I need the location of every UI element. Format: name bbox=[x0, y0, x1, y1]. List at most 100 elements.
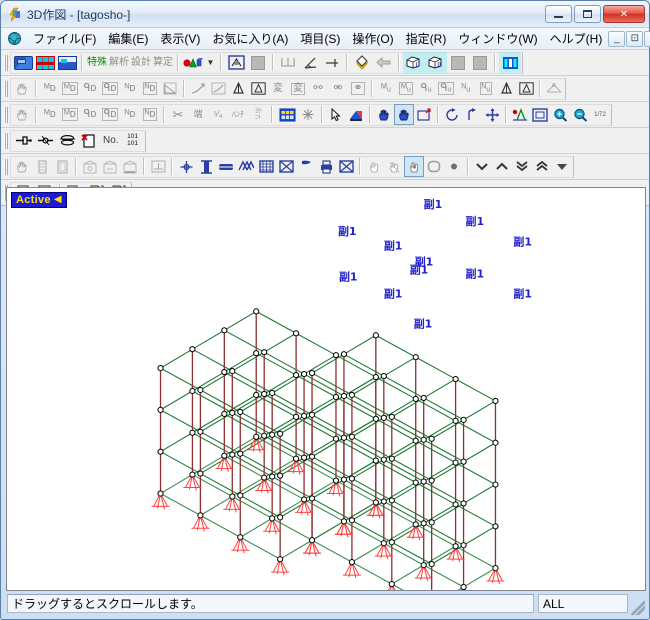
nd-button[interactable]: ᴺᴅ bbox=[120, 104, 140, 125]
menu-item-window[interactable]: ウィンドウ(W) bbox=[452, 28, 543, 49]
pick-c-button[interactable] bbox=[404, 156, 424, 177]
grid-plan-button[interactable] bbox=[34, 52, 56, 73]
arrow-select-button[interactable] bbox=[326, 104, 346, 125]
floor-up-button[interactable] bbox=[492, 156, 512, 177]
mu-boxed-button[interactable]: ᴹᵤ bbox=[396, 78, 416, 99]
cross-box-button[interactable] bbox=[336, 156, 356, 177]
close-button[interactable]: ✕ bbox=[603, 5, 645, 23]
shape-rect-button[interactable] bbox=[424, 156, 444, 177]
moment-m-button[interactable]: ᴹᴅ bbox=[40, 78, 60, 99]
pan-hand-active-button[interactable] bbox=[394, 104, 414, 125]
diagram-button[interactable] bbox=[160, 78, 180, 99]
toolbar-grip[interactable] bbox=[4, 132, 8, 149]
building-elevation-button[interactable] bbox=[56, 52, 78, 73]
undo-shape-button[interactable] bbox=[373, 52, 395, 73]
beam-marker-button[interactable] bbox=[216, 156, 236, 177]
settings-button[interactable]: 算定 bbox=[152, 52, 174, 73]
status-mode-field[interactable]: ALL bbox=[538, 594, 628, 613]
offset-button[interactable] bbox=[321, 52, 343, 73]
menu-item-favorites[interactable]: お気に入り(A) bbox=[206, 28, 294, 49]
rotate-button[interactable] bbox=[442, 104, 462, 125]
angle-measure-button[interactable] bbox=[299, 52, 321, 73]
menu-item-items[interactable]: 項目(S) bbox=[294, 28, 346, 49]
deform-button[interactable]: 変 bbox=[268, 78, 288, 99]
axial-n-button[interactable]: ᴺᴅ bbox=[120, 78, 140, 99]
load-case-a-button[interactable] bbox=[80, 156, 100, 177]
column-marker-button[interactable] bbox=[196, 156, 216, 177]
maximize-button[interactable] bbox=[574, 5, 601, 23]
support-up-button[interactable] bbox=[228, 78, 248, 99]
deflection-2-button[interactable] bbox=[208, 78, 228, 99]
qu-boxed-button[interactable]: ᑫᵤ bbox=[436, 78, 456, 99]
floor-top-button[interactable] bbox=[532, 156, 552, 177]
load-case-c-button[interactable] bbox=[120, 156, 140, 177]
shear-q-boxed-button[interactable]: ᑫᴅ bbox=[100, 78, 120, 99]
burst-button[interactable] bbox=[298, 104, 318, 125]
column-list-button[interactable] bbox=[32, 156, 52, 177]
resize-grip[interactable] bbox=[631, 601, 645, 615]
mu-button[interactable]: ᴹᵤ bbox=[376, 78, 396, 99]
node-marker-button[interactable] bbox=[176, 156, 196, 177]
table-view-button[interactable] bbox=[276, 104, 298, 125]
md-button[interactable]: ᴹᴅ bbox=[40, 104, 60, 125]
layer-button[interactable] bbox=[56, 130, 78, 151]
support-boxed-button[interactable] bbox=[248, 78, 268, 99]
toolbar-grip[interactable] bbox=[4, 80, 8, 97]
print-layout-button[interactable] bbox=[316, 156, 336, 177]
shear-q-button[interactable]: ᑫᴅ bbox=[80, 78, 100, 99]
qd-button[interactable]: ᑫᴅ bbox=[80, 104, 100, 125]
render-shade-button[interactable] bbox=[469, 52, 491, 73]
zoom-window-button[interactable] bbox=[414, 104, 434, 125]
zoom-out-button[interactable] bbox=[570, 104, 590, 125]
active-view-badge[interactable]: Active ◀ bbox=[11, 192, 67, 208]
toolbar-grip[interactable] bbox=[4, 158, 8, 175]
grid-foot-button[interactable] bbox=[148, 156, 168, 177]
ultimate-up-button[interactable] bbox=[496, 78, 516, 99]
pick-a-button[interactable] bbox=[364, 156, 384, 177]
delete-layer-button[interactable] bbox=[78, 130, 100, 151]
color-pick-button[interactable] bbox=[346, 104, 366, 125]
load-case-b-button[interactable] bbox=[100, 156, 120, 177]
isometric-i-button[interactable]: I bbox=[403, 52, 425, 73]
zoom-fit-button[interactable] bbox=[510, 104, 530, 125]
span-dimension-button[interactable] bbox=[277, 52, 299, 73]
qu-button[interactable]: ᑫᵤ bbox=[416, 78, 436, 99]
menu-item-file[interactable]: ファイル(F) bbox=[27, 28, 102, 49]
md-boxed-button[interactable]: ᴹᴅ bbox=[60, 104, 80, 125]
menu-item-view[interactable]: 表示(V) bbox=[154, 28, 206, 49]
shape-dot-button[interactable] bbox=[444, 156, 464, 177]
pin-joint-button[interactable] bbox=[34, 130, 56, 151]
half-button[interactable]: ⁵⁄₄ bbox=[208, 104, 228, 125]
mdi-close-button[interactable]: ✕ bbox=[644, 30, 650, 47]
menu-item-edit[interactable]: 編集(E) bbox=[102, 28, 154, 49]
toolbar-grip[interactable] bbox=[4, 54, 8, 71]
mdi-restore-button[interactable]: ⊡ bbox=[626, 30, 644, 47]
toolbar-grip[interactable] bbox=[4, 106, 8, 123]
zoom-in-button[interactable] bbox=[550, 104, 570, 125]
nu-boxed-button[interactable]: ᴺᵤ bbox=[476, 78, 496, 99]
nd-boxed-button[interactable]: ᴺᴅ bbox=[140, 104, 160, 125]
nu-button[interactable]: ᴺᵤ bbox=[456, 78, 476, 99]
special-button[interactable]: 特殊 bbox=[86, 52, 108, 73]
render-flat-button[interactable] bbox=[447, 52, 469, 73]
zoom-frame-button[interactable] bbox=[530, 104, 550, 125]
minimize-button[interactable] bbox=[545, 5, 572, 23]
haunch-button[interactable]: ﾊﾝﾁ bbox=[228, 104, 248, 125]
hinge-diagram-button[interactable] bbox=[544, 78, 564, 99]
analysis-button[interactable]: 解析 bbox=[108, 52, 130, 73]
hand-glyph-button[interactable] bbox=[12, 156, 32, 177]
legend-bars-button[interactable] bbox=[499, 52, 521, 73]
floor-down-button[interactable] bbox=[472, 156, 492, 177]
connect-a-button[interactable]: ⚯ bbox=[308, 78, 328, 99]
brace-marker-button[interactable] bbox=[276, 156, 296, 177]
move-button[interactable] bbox=[482, 104, 502, 125]
slab-marker-button[interactable] bbox=[256, 156, 276, 177]
connect-c-button[interactable]: ⚭ bbox=[348, 78, 368, 99]
hand-pan-button[interactable] bbox=[12, 104, 32, 125]
node-shape-button[interactable] bbox=[182, 52, 204, 73]
rotate-step-button[interactable] bbox=[462, 104, 482, 125]
axial-n-boxed-button[interactable]: ᴺᴅ bbox=[140, 78, 160, 99]
end-button[interactable]: 端 bbox=[188, 104, 208, 125]
pick-b-button[interactable] bbox=[384, 156, 404, 177]
wall-marker-button[interactable] bbox=[236, 156, 256, 177]
